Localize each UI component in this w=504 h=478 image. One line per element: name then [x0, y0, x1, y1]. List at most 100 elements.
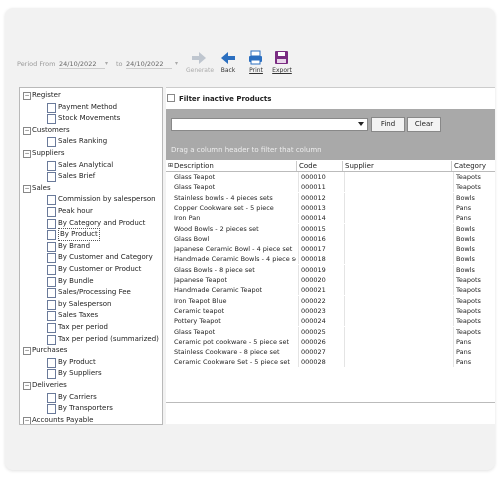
tree-group-label: Deliveries [32, 381, 67, 389]
collapse-icon[interactable]: − [23, 347, 31, 356]
table-row[interactable]: Glass Teapot 000010 Teapots [166, 172, 495, 182]
arrow-left-icon [221, 52, 235, 64]
header-supplier[interactable]: Supplier [342, 161, 451, 171]
tree-item-label: By Suppliers [58, 369, 102, 378]
cell-category: Pans [453, 347, 495, 358]
tree-item[interactable]: By Product [20, 357, 162, 368]
cell-category: Pans [453, 357, 495, 368]
table-row[interactable]: Japanese Teapot 000020 Teapots [166, 275, 495, 285]
table-row[interactable]: Copper Cookware set - 5 piece 000013 Pans [166, 202, 495, 213]
date-to-dropdown-icon[interactable]: ▾ [175, 60, 178, 67]
table-row[interactable]: Pottery Teapot 000024 Teapots [166, 316, 495, 327]
tree-item[interactable]: By Category and Product [20, 218, 162, 229]
chevron-down-icon[interactable] [358, 122, 364, 126]
table-row[interactable]: Stainless Cookware - 8 piece set 000027 Pa… [166, 347, 495, 358]
tree-group-label: Register [32, 91, 61, 99]
filter-inactive-checkbox[interactable] [167, 94, 175, 102]
table-row[interactable]: Glass Teapot 000011 Teapots [166, 182, 495, 193]
cell-category: Teapots [453, 275, 495, 285]
date-from-field[interactable]: 24/10/2022 [59, 60, 105, 69]
tree-group[interactable]: − Accounts Payable [20, 415, 162, 424]
tree-item[interactable]: Sales/Processing Fee [20, 287, 162, 299]
tree-item[interactable]: By Suppliers [20, 368, 162, 380]
report-document-icon [47, 288, 56, 299]
collapse-icon[interactable]: − [23, 150, 31, 158]
tree-item[interactable]: Tax per period (summarized) [20, 334, 162, 345]
cell-category: Teapots [453, 305, 495, 316]
tree-item[interactable]: Sales Taxes [20, 310, 162, 322]
table-row[interactable]: Handmade Ceramic Bowls - 4 piece set 0000… [166, 254, 495, 265]
table-row[interactable]: Glass Bowls - 8 piece set 000019 Bowls [166, 264, 495, 275]
tree-group[interactable]: − Sales [20, 183, 162, 194]
tree-item[interactable]: by Salesperson [20, 299, 162, 310]
cell-description: Glass Bowl [174, 234, 210, 243]
tree-item[interactable]: By Customer and Category [20, 252, 162, 264]
arrow-right-icon [192, 52, 206, 64]
table-row[interactable]: Ceramic teapot 000023 Teapots [166, 305, 495, 316]
header-code[interactable]: Code [296, 161, 343, 171]
tree-item[interactable]: By Brand [20, 241, 162, 252]
table-row[interactable]: Iron Pan 000014 Pans [166, 213, 495, 224]
cell-supplier [344, 213, 453, 224]
table-row[interactable]: Wood Bowls - 2 pieces set 000015 Bowls [166, 223, 495, 234]
report-document-icon [47, 369, 56, 380]
cell-supplier [344, 275, 453, 285]
report-document-icon [47, 392, 56, 403]
tree-item[interactable]: Tax per period [20, 322, 162, 333]
cell-supplier [344, 223, 453, 234]
cell-category: Teapots [453, 295, 495, 306]
date-to-field[interactable]: 24/10/2022 [126, 60, 172, 69]
collapse-icon[interactable]: − [23, 416, 31, 424]
report-document-icon [47, 299, 56, 310]
tree-item[interactable]: By Carriers [20, 392, 162, 403]
tree-group[interactable]: − Purchases [20, 345, 162, 356]
table-row[interactable]: Stainless bowls - 4 pieces sets 000012 Bow… [166, 192, 495, 203]
header-description[interactable]: Description [174, 161, 296, 171]
tree-item[interactable]: Stock Movements [20, 113, 162, 125]
table-row[interactable]: Handmade Ceramic Teapot 000021 Teapots [166, 285, 495, 296]
table-row[interactable]: Iron Teapot Blue 000022 Teapots [166, 295, 495, 306]
tree-group[interactable]: − Register [20, 90, 162, 101]
find-button[interactable]: Find [371, 117, 405, 132]
date-from-dropdown-icon[interactable]: ▾ [105, 60, 108, 67]
tree-item[interactable]: Sales Brief [20, 171, 162, 183]
tree-group[interactable]: − Customers [20, 125, 162, 136]
filter-combobox[interactable] [171, 118, 368, 131]
tree-group[interactable]: − Suppliers [20, 148, 162, 159]
tree-item-label: By Carriers [58, 392, 97, 401]
header-category[interactable]: Category [451, 161, 495, 171]
tree-item[interactable]: Sales Analytical [20, 160, 162, 171]
cell-category: Teapots [453, 182, 495, 193]
table-row[interactable]: Ceramic Cookware Set - 5 piece set 000028… [166, 357, 495, 368]
cell-supplier [344, 192, 453, 203]
tree-item[interactable]: By Product [20, 228, 162, 242]
tree-item[interactable]: Commission by salesperson [20, 194, 162, 206]
tree-item[interactable]: By Customer or Product [20, 264, 162, 275]
cell-category: Teapots [453, 316, 495, 327]
cell-category: Pans [453, 336, 495, 347]
tree-group[interactable]: − Deliveries [20, 380, 162, 391]
table-row[interactable]: Glass Bowl 000016 Bowls [166, 233, 495, 244]
cell-supplier [344, 202, 453, 213]
cell-code: 000023 [298, 305, 345, 316]
tree-item[interactable]: Peak hour [20, 206, 162, 217]
horizontal-scrollbar[interactable] [166, 402, 495, 409]
collapse-icon[interactable]: − [23, 382, 31, 390]
tree-item[interactable]: Sales Ranking [20, 136, 162, 148]
collapse-icon[interactable]: − [23, 184, 31, 193]
cell-description: Ceramic teapot [174, 306, 225, 315]
filter-inactive-option[interactable]: Filter inactive Products [167, 94, 271, 103]
save-disk-icon [275, 51, 288, 64]
tree-item[interactable]: Payment Method [20, 102, 162, 113]
tree-item[interactable]: By Bundle [20, 276, 162, 287]
cell-description: Ceramic Cookware Set - 5 piece set [174, 358, 290, 367]
table-row[interactable]: Ceramic pot cookware - 5 piece set 000026… [166, 336, 495, 347]
cell-code: 000022 [298, 295, 345, 306]
collapse-icon[interactable]: − [23, 92, 31, 100]
collapse-icon[interactable]: − [23, 126, 31, 135]
table-row[interactable]: Japanese Ceramic Bowl - 4 piece set 00001… [166, 244, 495, 255]
table-row[interactable]: Glass Teapot 000025 Teapots [166, 326, 495, 337]
report-tree[interactable]: − Register Payment Method Stock Movements − C… [19, 87, 163, 425]
tree-item[interactable]: By Transporters [20, 403, 162, 415]
clear-button[interactable]: Clear [407, 117, 441, 132]
